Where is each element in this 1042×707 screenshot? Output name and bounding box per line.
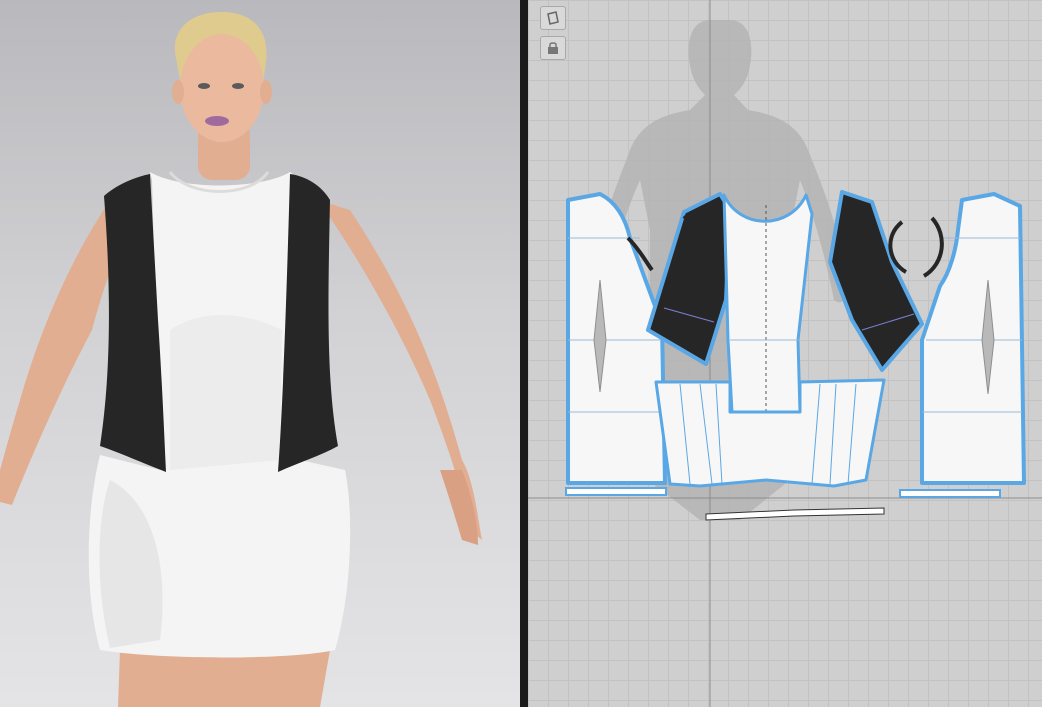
avatar-face bbox=[180, 34, 264, 142]
lock-button[interactable] bbox=[540, 36, 566, 60]
binding-strip-right[interactable] bbox=[899, 489, 1001, 498]
avatar-3d-render bbox=[0, 12, 482, 707]
2d-pattern-viewport[interactable] bbox=[528, 0, 1042, 707]
pattern-canvas[interactable] bbox=[528, 0, 1042, 707]
avatar-toggle-icon bbox=[547, 11, 559, 25]
pattern-back-right[interactable] bbox=[920, 192, 1026, 485]
avatar-toggle-button[interactable] bbox=[540, 6, 566, 30]
pattern-center-front[interactable] bbox=[722, 193, 814, 414]
lock-icon bbox=[548, 42, 558, 54]
armhole-curve-right-b bbox=[922, 216, 944, 278]
3d-viewport[interactable] bbox=[0, 0, 520, 707]
binding-strip-left[interactable] bbox=[565, 487, 667, 496]
avatar-legs bbox=[118, 650, 330, 707]
pattern-side-panel-right[interactable] bbox=[828, 190, 924, 372]
view-splitter[interactable] bbox=[520, 0, 528, 707]
